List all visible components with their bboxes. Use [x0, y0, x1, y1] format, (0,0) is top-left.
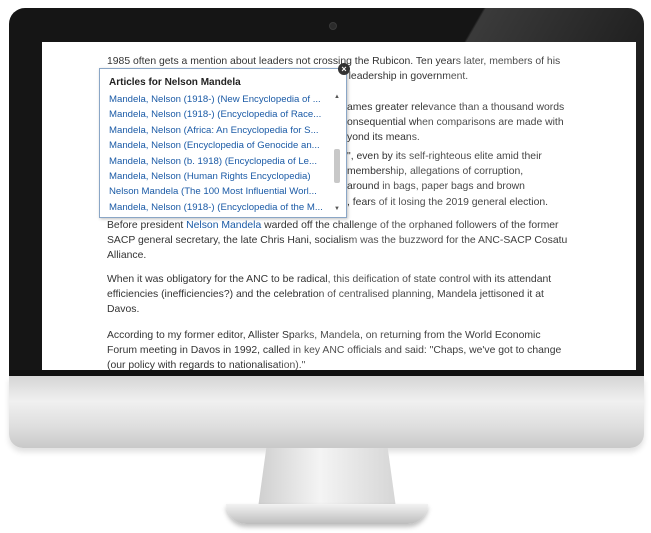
monitor-chin — [9, 376, 644, 448]
monitor-stand-neck — [258, 448, 396, 508]
text-fragment: Before president — [107, 220, 187, 231]
text-line: SACP general secretary, the late Chris H… — [107, 235, 568, 247]
list-item[interactable]: Mandela, Nelson (1918-) (Encyclopedia of… — [109, 200, 331, 215]
scroll-down-icon[interactable]: ▼ — [333, 205, 341, 213]
monitor-stand-base — [226, 504, 428, 524]
text-line: According to my former editor, Allister … — [107, 330, 541, 341]
paragraph-6: According to my former editor, Allister … — [107, 328, 577, 374]
camera-icon — [329, 22, 337, 30]
popup-title: Articles for Nelson Mandela — [109, 77, 241, 88]
scroll-thumb[interactable] — [334, 149, 340, 183]
list-item[interactable]: Mandela, Nelson (b. 1918) (Encyclopedia … — [109, 154, 331, 169]
screen: 1985 often gets a mention about leaders … — [42, 42, 636, 376]
text-line: efficiencies (inefficiencies?) and the c… — [107, 289, 544, 301]
paragraph-5: When it was obligatory for the ANC to be… — [107, 272, 577, 318]
paragraph-4: Before president Nelson Mandela warded o… — [107, 218, 577, 264]
close-icon[interactable]: × — [338, 63, 350, 75]
text-line: Forum meeting in Davos in 1992, called i… — [107, 345, 562, 357]
articles-popup: Articles for Nelson Mandela Mandela, Nel… — [99, 68, 347, 218]
popup-list: Mandela, Nelson (1918-) (New Encyclopedi… — [109, 92, 331, 215]
scroll-up-icon[interactable]: ▲ — [333, 93, 341, 101]
list-item[interactable]: Mandela, Nelson (1918-) (New Encyclopedi… — [109, 92, 331, 107]
list-item[interactable]: Mandela, Nelson (Africa: An Encyclopedia… — [109, 123, 331, 138]
text-line: When it was obligatory for the ANC to be… — [107, 274, 552, 285]
text-fragment: warded off the challenge of the orphaned… — [261, 220, 559, 231]
list-item[interactable]: Mandela, Nelson (1918-) (Encyclopedia of… — [109, 107, 331, 122]
list-item[interactable]: Mandela, Nelson (Human Rights Encycloped… — [109, 169, 331, 184]
text-line: Davos. — [107, 304, 140, 316]
list-item[interactable]: Mandela, Nelson (Encyclopedia of Genocid… — [109, 138, 331, 153]
monitor-bezel: 1985 often gets a mention about leaders … — [9, 8, 644, 376]
text-line: Alliance. — [107, 250, 147, 262]
list-item[interactable]: Nelson Mandela (The 100 Most Influential… — [109, 184, 331, 199]
popup-scrollbar[interactable]: ▲ ▼ — [332, 91, 342, 215]
nelson-mandela-link[interactable]: Nelson Mandela — [186, 220, 261, 231]
